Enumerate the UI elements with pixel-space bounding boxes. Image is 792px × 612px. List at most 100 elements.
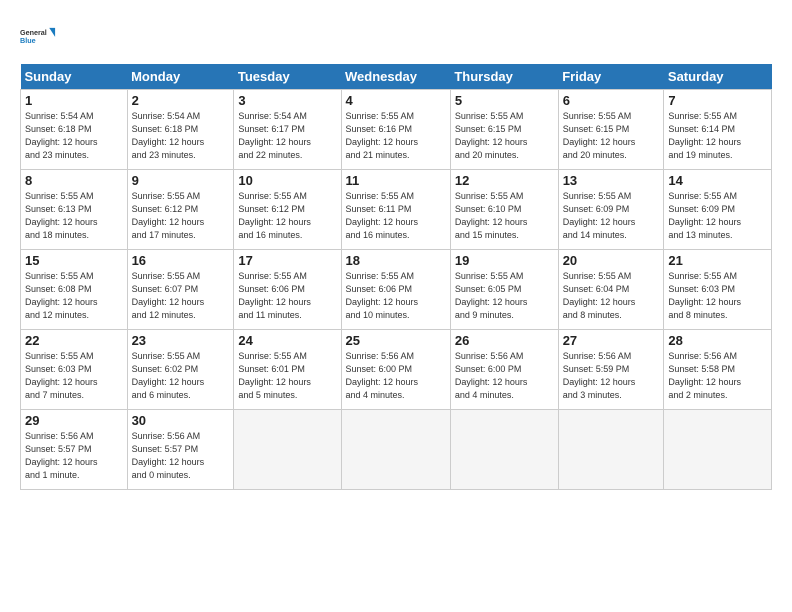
- day-info: Sunrise: 5:56 AM Sunset: 5:59 PM Dayligh…: [563, 350, 660, 402]
- day-info: Sunrise: 5:55 AM Sunset: 6:02 PM Dayligh…: [132, 350, 230, 402]
- day-info: Sunrise: 5:55 AM Sunset: 6:04 PM Dayligh…: [563, 270, 660, 322]
- day-info: Sunrise: 5:55 AM Sunset: 6:03 PM Dayligh…: [668, 270, 767, 322]
- logo: GeneralBlue: [20, 18, 56, 54]
- page: GeneralBlue SundayMondayTuesdayWednesday…: [0, 0, 792, 500]
- day-cell: [234, 410, 341, 490]
- day-cell: 30 Sunrise: 5:56 AM Sunset: 5:57 PM Dayli…: [127, 410, 234, 490]
- weekday-header-sunday: Sunday: [21, 64, 128, 90]
- svg-text:Blue: Blue: [20, 36, 36, 45]
- day-info: Sunrise: 5:54 AM Sunset: 6:18 PM Dayligh…: [25, 110, 123, 162]
- day-number: 24: [238, 333, 336, 348]
- day-cell: 3 Sunrise: 5:54 AM Sunset: 6:17 PM Daylig…: [234, 90, 341, 170]
- day-cell: 25Sunrise: 5:56 AM Sunset: 6:00 PM Dayli…: [341, 330, 450, 410]
- day-info: Sunrise: 5:56 AM Sunset: 5:58 PM Dayligh…: [668, 350, 767, 402]
- day-info: Sunrise: 5:56 AM Sunset: 5:57 PM Dayligh…: [132, 430, 230, 482]
- day-number: 23: [132, 333, 230, 348]
- week-row-4: 22 Sunrise: 5:55 AM Sunset: 6:03 PM Dayli…: [21, 330, 772, 410]
- day-number: 10: [238, 173, 336, 188]
- week-row-5: 29 Sunrise: 5:56 AM Sunset: 5:57 PM Dayli…: [21, 410, 772, 490]
- day-cell: 13 Sunrise: 5:55 AM Sunset: 6:09 PM Dayli…: [558, 170, 664, 250]
- day-info: Sunrise: 5:55 AM Sunset: 6:07 PM Dayligh…: [132, 270, 230, 322]
- day-info: Sunrise: 5:55 AM Sunset: 6:05 PM Dayligh…: [455, 270, 554, 322]
- day-number: 26: [455, 333, 554, 348]
- day-number: 1: [25, 93, 123, 108]
- day-number: 15: [25, 253, 123, 268]
- day-cell: [341, 410, 450, 490]
- day-number: 18: [346, 253, 446, 268]
- day-info: Sunrise: 5:55 AM Sunset: 6:01 PM Dayligh…: [238, 350, 336, 402]
- day-cell: 9 Sunrise: 5:55 AM Sunset: 6:12 PM Daylig…: [127, 170, 234, 250]
- day-number: 30: [132, 413, 230, 428]
- day-info: Sunrise: 5:55 AM Sunset: 6:15 PM Dayligh…: [455, 110, 554, 162]
- day-cell: 26 Sunrise: 5:56 AM Sunset: 6:00 PM Dayli…: [450, 330, 558, 410]
- day-cell: 27Sunrise: 5:56 AM Sunset: 5:59 PM Dayli…: [558, 330, 664, 410]
- day-info: Sunrise: 5:55 AM Sunset: 6:09 PM Dayligh…: [668, 190, 767, 242]
- week-row-1: 1 Sunrise: 5:54 AM Sunset: 6:18 PM Daylig…: [21, 90, 772, 170]
- day-cell: 8Sunrise: 5:55 AM Sunset: 6:13 PM Daylig…: [21, 170, 128, 250]
- weekday-header-saturday: Saturday: [664, 64, 772, 90]
- calendar-table: SundayMondayTuesdayWednesdayThursdayFrid…: [20, 64, 772, 490]
- day-cell: 10 Sunrise: 5:55 AM Sunset: 6:12 PM Dayli…: [234, 170, 341, 250]
- weekday-header-thursday: Thursday: [450, 64, 558, 90]
- day-number: 8: [25, 173, 123, 188]
- day-number: 19: [455, 253, 554, 268]
- day-number: 4: [346, 93, 446, 108]
- day-info: Sunrise: 5:55 AM Sunset: 6:12 PM Dayligh…: [238, 190, 336, 242]
- day-number: 12: [455, 173, 554, 188]
- weekday-header-friday: Friday: [558, 64, 664, 90]
- day-info: Sunrise: 5:55 AM Sunset: 6:09 PM Dayligh…: [563, 190, 660, 242]
- day-number: 11: [346, 173, 446, 188]
- day-cell: 12 Sunrise: 5:55 AM Sunset: 6:10 PM Dayli…: [450, 170, 558, 250]
- week-row-3: 15 Sunrise: 5:55 AM Sunset: 6:08 PM Dayli…: [21, 250, 772, 330]
- day-cell: 20 Sunrise: 5:55 AM Sunset: 6:04 PM Dayli…: [558, 250, 664, 330]
- day-info: Sunrise: 5:55 AM Sunset: 6:12 PM Dayligh…: [132, 190, 230, 242]
- day-info: Sunrise: 5:54 AM Sunset: 6:17 PM Dayligh…: [238, 110, 336, 162]
- day-info: Sunrise: 5:55 AM Sunset: 6:16 PM Dayligh…: [346, 110, 446, 162]
- day-info: Sunrise: 5:55 AM Sunset: 6:06 PM Dayligh…: [346, 270, 446, 322]
- day-number: 22: [25, 333, 123, 348]
- day-number: 17: [238, 253, 336, 268]
- day-info: Sunrise: 5:55 AM Sunset: 6:10 PM Dayligh…: [455, 190, 554, 242]
- day-cell: 17Sunrise: 5:55 AM Sunset: 6:06 PM Dayli…: [234, 250, 341, 330]
- weekday-header-tuesday: Tuesday: [234, 64, 341, 90]
- day-cell: 11Sunrise: 5:55 AM Sunset: 6:11 PM Dayli…: [341, 170, 450, 250]
- day-info: Sunrise: 5:54 AM Sunset: 6:18 PM Dayligh…: [132, 110, 230, 162]
- weekday-row: SundayMondayTuesdayWednesdayThursdayFrid…: [21, 64, 772, 90]
- day-cell: 22 Sunrise: 5:55 AM Sunset: 6:03 PM Dayli…: [21, 330, 128, 410]
- day-cell: 6Sunrise: 5:55 AM Sunset: 6:15 PM Daylig…: [558, 90, 664, 170]
- day-cell: 7Sunrise: 5:55 AM Sunset: 6:14 PM Daylig…: [664, 90, 772, 170]
- day-cell: [558, 410, 664, 490]
- day-number: 13: [563, 173, 660, 188]
- day-number: 20: [563, 253, 660, 268]
- day-cell: 18 Sunrise: 5:55 AM Sunset: 6:06 PM Dayli…: [341, 250, 450, 330]
- logo-icon: GeneralBlue: [20, 18, 56, 54]
- day-number: 2: [132, 93, 230, 108]
- day-info: Sunrise: 5:55 AM Sunset: 6:08 PM Dayligh…: [25, 270, 123, 322]
- day-cell: 16 Sunrise: 5:55 AM Sunset: 6:07 PM Dayli…: [127, 250, 234, 330]
- day-number: 6: [563, 93, 660, 108]
- day-number: 9: [132, 173, 230, 188]
- svg-text:General: General: [20, 28, 47, 37]
- weekday-header-monday: Monday: [127, 64, 234, 90]
- day-cell: 21 Sunrise: 5:55 AM Sunset: 6:03 PM Dayli…: [664, 250, 772, 330]
- day-cell: 5Sunrise: 5:55 AM Sunset: 6:15 PM Daylig…: [450, 90, 558, 170]
- day-number: 29: [25, 413, 123, 428]
- day-cell: 24 Sunrise: 5:55 AM Sunset: 6:01 PM Dayli…: [234, 330, 341, 410]
- day-cell: 14Sunrise: 5:55 AM Sunset: 6:09 PM Dayli…: [664, 170, 772, 250]
- day-number: 3: [238, 93, 336, 108]
- day-info: Sunrise: 5:56 AM Sunset: 6:00 PM Dayligh…: [346, 350, 446, 402]
- day-info: Sunrise: 5:55 AM Sunset: 6:03 PM Dayligh…: [25, 350, 123, 402]
- day-cell: [450, 410, 558, 490]
- day-cell: 23 Sunrise: 5:55 AM Sunset: 6:02 PM Dayli…: [127, 330, 234, 410]
- day-cell: 28Sunrise: 5:56 AM Sunset: 5:58 PM Dayli…: [664, 330, 772, 410]
- day-cell: 15 Sunrise: 5:55 AM Sunset: 6:08 PM Dayli…: [21, 250, 128, 330]
- week-row-2: 8Sunrise: 5:55 AM Sunset: 6:13 PM Daylig…: [21, 170, 772, 250]
- weekday-header-wednesday: Wednesday: [341, 64, 450, 90]
- day-cell: 19 Sunrise: 5:55 AM Sunset: 6:05 PM Dayli…: [450, 250, 558, 330]
- day-number: 16: [132, 253, 230, 268]
- day-cell: 29Sunrise: 5:56 AM Sunset: 5:57 PM Dayli…: [21, 410, 128, 490]
- day-number: 21: [668, 253, 767, 268]
- day-info: Sunrise: 5:55 AM Sunset: 6:14 PM Dayligh…: [668, 110, 767, 162]
- day-cell: 4 Sunrise: 5:55 AM Sunset: 6:16 PM Daylig…: [341, 90, 450, 170]
- day-info: Sunrise: 5:56 AM Sunset: 6:00 PM Dayligh…: [455, 350, 554, 402]
